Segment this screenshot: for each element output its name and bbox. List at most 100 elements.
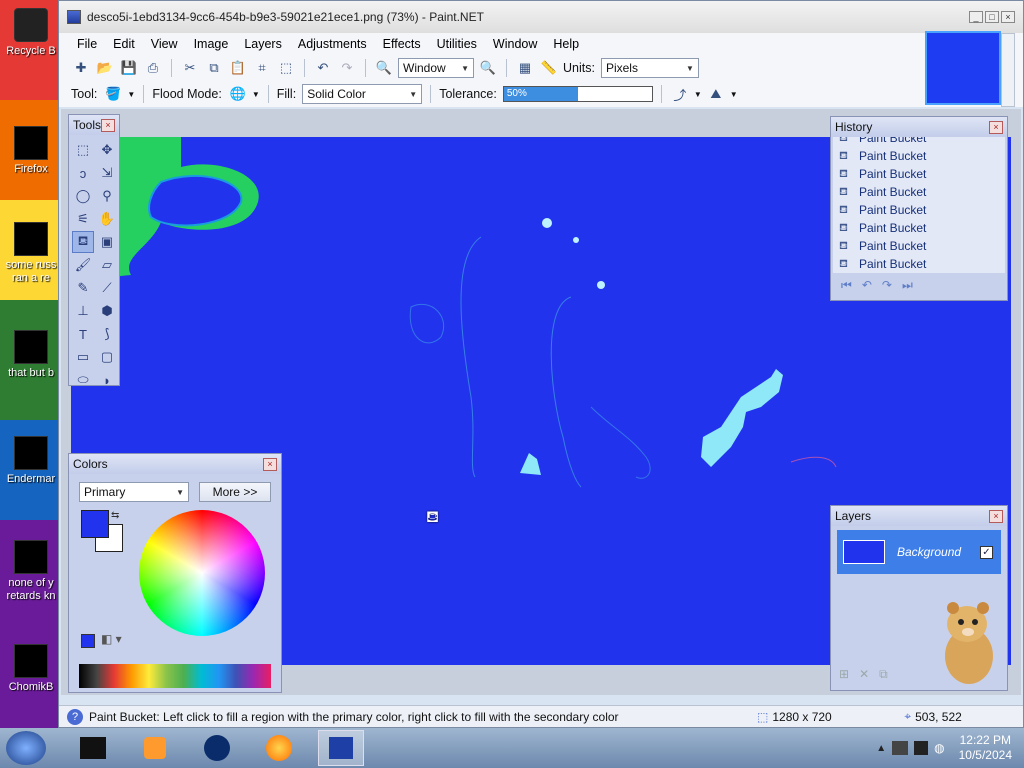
history-item[interactable]: ⛾ Paint Bucket [833,183,1005,201]
open-icon[interactable]: 📂 [95,58,115,78]
new-icon[interactable]: ✚ [71,58,91,78]
tolerance-slider[interactable]: 50% [502,86,653,102]
menu-help[interactable]: Help [545,35,587,53]
menu-layers[interactable]: Layers [236,35,290,53]
undo-icon[interactable]: ↶ [313,58,333,78]
history-item[interactable]: ⛾ Paint Bucket [833,147,1005,165]
line-icon[interactable]: ⟆ [96,323,118,345]
swap-colors-icon[interactable]: ⇆ [111,510,119,521]
close-icon[interactable]: × [263,457,277,471]
menu-window[interactable]: Window [485,35,545,53]
zoom-icon[interactable]: ⚲ [96,185,118,207]
desktop-icon-endermar[interactable]: Endermar [0,436,62,486]
blend-mode-icon[interactable]: ⛰ [706,84,726,104]
eraser-icon[interactable]: ▱ [96,254,118,276]
ellipse-select-icon[interactable]: ◯ [72,185,94,207]
close-icon[interactable]: × [989,120,1003,134]
zoom-combo[interactable]: Window ▼ [398,58,474,78]
minimize-button[interactable]: _ [969,11,983,23]
close-icon[interactable]: × [101,118,115,132]
zoom-out-icon[interactable]: 🔍 [374,58,394,78]
menu-adjustments[interactable]: Adjustments [290,35,375,53]
menu-effects[interactable]: Effects [375,35,429,53]
history-item[interactable]: ⛾ Paint Bucket [833,219,1005,237]
print-icon[interactable]: ⎙ [143,58,163,78]
color-wheel[interactable] [139,510,265,636]
image-thumbnail[interactable] [925,31,1015,107]
color-mode-combo[interactable]: Primary ▼ [79,482,189,502]
layer-row[interactable]: Background ✓ [837,530,1001,574]
paintbrush-icon[interactable]: 🖌 [72,254,94,276]
menu-edit[interactable]: Edit [105,35,143,53]
move-selection-icon[interactable]: ⇲ [96,162,118,184]
desktop-icon-file-1[interactable]: some russ ran a re [0,222,62,287]
delete-layer-icon[interactable]: ✕ [859,667,869,682]
tray-expand-icon[interactable]: ▲ [876,743,886,754]
menu-view[interactable]: View [143,35,186,53]
grid-icon[interactable]: ▦ [515,58,535,78]
menu-utilities[interactable]: Utilities [429,35,485,53]
history-item[interactable]: ⛾ Paint Bucket [833,201,1005,219]
more-button[interactable]: More >> [199,482,271,502]
duplicate-layer-icon[interactable]: ⧉ [879,667,888,682]
globe-icon[interactable]: 🌐 [228,84,248,104]
freeform-icon[interactable]: ◗ [96,369,118,391]
add-layer-icon[interactable]: ⊞ [839,667,849,682]
taskbar-firefox[interactable] [256,730,302,766]
copy-icon[interactable]: ⧉ [204,58,224,78]
deselect-icon[interactable]: ⬚ [276,58,296,78]
taskbar-app-3[interactable] [194,730,240,766]
chevron-down-icon[interactable]: ▼ [127,90,135,99]
fast-forward-icon[interactable]: ⏭ [902,278,913,293]
start-button[interactable] [6,731,46,765]
history-item[interactable]: ⛾ Paint Bucket [833,165,1005,183]
tools-panel-header[interactable]: Tools × [69,115,119,135]
title-bar[interactable]: desco5i-1ebd3134-9cc6-454b-b9e3-59021e21… [59,1,1023,33]
history-panel-header[interactable]: History × [831,117,1007,137]
layers-panel-header[interactable]: Layers × [831,506,1007,526]
ellipse-icon[interactable]: ⬭ [72,369,94,391]
chevron-down-icon[interactable]: ▼ [252,90,260,99]
chevron-down-icon[interactable]: ▼ [730,90,738,99]
rewind-icon[interactable]: ⏮ [841,278,852,293]
move-select-icon[interactable]: ✥ [96,139,118,161]
antialiasing-icon[interactable]: ⤴ [670,84,690,104]
taskbar-app-1[interactable] [70,730,116,766]
pan-icon[interactable]: ✋ [96,208,118,230]
tray-app-icon[interactable] [892,741,909,755]
palette-color-icon[interactable] [81,634,95,648]
redo-icon[interactable]: ↷ [882,278,892,292]
colors-panel-header[interactable]: Colors × [69,454,281,474]
network-icon[interactable] [914,741,929,755]
menu-file[interactable]: File [69,35,105,53]
recolor-icon[interactable]: ⬢ [96,300,118,322]
save-icon[interactable]: 💾 [119,58,139,78]
fill-combo[interactable]: Solid Color ▼ [302,84,423,104]
rectangle-icon[interactable]: ▭ [72,346,94,368]
cut-icon[interactable]: ✂ [180,58,200,78]
lasso-icon[interactable]: ↄ [72,162,94,184]
palette-menu-icon[interactable]: ◧ ▾ [101,632,122,646]
desktop-icon-firefox[interactable]: Firefox [0,126,62,176]
paste-icon[interactable]: 📋 [228,58,248,78]
color-picker-icon[interactable]: ⟋ [96,277,118,299]
magic-wand-icon[interactable]: ⚟ [72,208,94,230]
paint-bucket-icon[interactable]: ⛾ [72,231,94,253]
ruler-icon[interactable]: 📏 [539,58,559,78]
zoom-in-icon[interactable]: 🔍 [478,58,498,78]
paint-bucket-icon[interactable]: 🪣 [103,84,123,104]
taskbar-media-player[interactable] [132,730,178,766]
desktop-icon-recycle-bin[interactable]: Recycle B [0,8,62,58]
desktop-icon-file-2[interactable]: that but b [0,330,62,380]
volume-icon[interactable]: ◍ [934,741,944,755]
menu-image[interactable]: Image [186,35,237,53]
desktop-icon-file-3[interactable]: none of y retards kn [0,540,62,605]
color-palette[interactable] [79,664,271,688]
rect-select-icon[interactable]: ⬚ [72,139,94,161]
pencil-icon[interactable]: ✎ [72,277,94,299]
primary-color-swatch[interactable] [81,510,109,538]
chevron-down-icon[interactable]: ▼ [694,90,702,99]
history-item[interactable]: ⛾ Paint Bucket [833,237,1005,255]
close-button[interactable]: × [1001,11,1015,23]
clone-stamp-icon[interactable]: ⊥ [72,300,94,322]
